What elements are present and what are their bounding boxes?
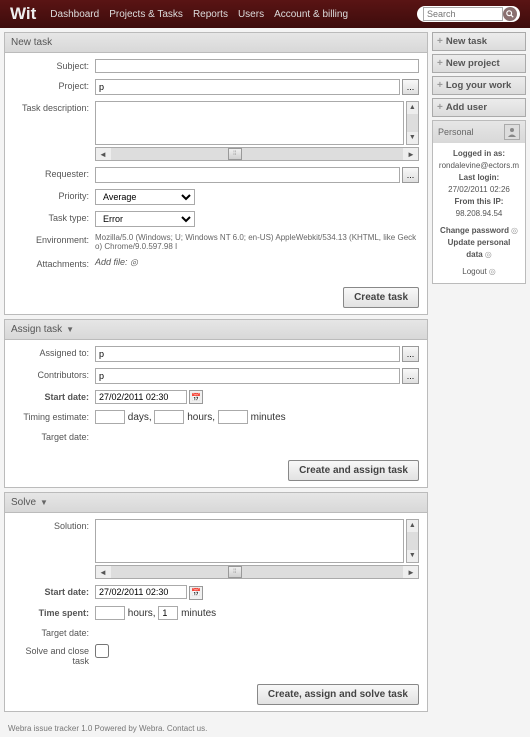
side-add-user[interactable]: +Add user — [432, 98, 526, 117]
spent-hours-input[interactable] — [95, 606, 125, 620]
search-input[interactable] — [423, 7, 503, 21]
side-new-project[interactable]: +New project — [432, 54, 526, 73]
plus-icon: + — [437, 36, 443, 47]
panel-header-solve[interactable]: Solve ▼ — [5, 493, 427, 513]
task-type-select[interactable]: Error — [95, 211, 195, 227]
solution-textarea[interactable] — [95, 519, 404, 563]
assigned-lookup-button[interactable]: ... — [402, 346, 419, 362]
spent-minutes-input[interactable] — [158, 606, 178, 620]
nav-dashboard[interactable]: Dashboard — [50, 9, 99, 20]
plus-icon: + — [437, 58, 443, 69]
assigned-to-input[interactable] — [95, 346, 400, 362]
side-new-task[interactable]: +New task — [432, 32, 526, 51]
panel-solve: Solve ▼ Solution: ▲▼ ◄⁞⁞► Start date: 📅 T… — [4, 492, 428, 711]
create-assign-button[interactable]: Create and assign task — [288, 460, 419, 481]
chevron-down-icon: ▼ — [40, 498, 48, 507]
topbar: Wit Dashboard Projects & Tasks Reports U… — [0, 0, 530, 28]
label-task-desc: Task description: — [13, 101, 95, 113]
panel-header-new-task: New task — [5, 33, 427, 53]
priority-select[interactable]: Average — [95, 189, 195, 205]
task-description-textarea[interactable] — [95, 101, 404, 145]
label-task-type: Task type: — [13, 211, 95, 223]
search-box — [417, 6, 520, 22]
start-date-2-input[interactable] — [95, 585, 187, 599]
change-password-link[interactable]: Change password — [440, 226, 509, 235]
main-nav: Dashboard Projects & Tasks Reports Users… — [50, 9, 417, 20]
est-days-input[interactable] — [95, 410, 125, 424]
label-project: Project: — [13, 79, 95, 91]
calendar-icon-2[interactable]: 📅 — [189, 586, 203, 600]
update-data-link[interactable]: Update personal data — [448, 238, 511, 259]
requester-lookup-button[interactable]: ... — [402, 167, 419, 183]
label-time-spent: Time spent: — [13, 606, 95, 618]
from-ip-line: From this IP: 98.208.94.54 — [438, 196, 520, 220]
project-input[interactable] — [95, 79, 400, 95]
avatar-icon — [504, 124, 520, 140]
nav-reports[interactable]: Reports — [193, 9, 228, 20]
personal-header: Personal — [433, 121, 525, 143]
calendar-icon-1[interactable]: 📅 — [189, 390, 203, 404]
contributors-input[interactable] — [95, 368, 400, 384]
desc-vscroll[interactable]: ▲▼ — [406, 101, 419, 145]
label-solution: Solution: — [13, 519, 95, 531]
start-date-1-input[interactable] — [95, 390, 187, 404]
label-timing-estimate: Timing estimate: — [13, 410, 95, 422]
sol-vscroll[interactable]: ▲▼ — [406, 519, 419, 563]
side-log-work[interactable]: +Log your work — [432, 76, 526, 95]
contributors-lookup-button[interactable]: ... — [402, 368, 419, 384]
plus-icon: + — [437, 102, 443, 113]
chevron-down-icon: ▼ — [66, 325, 74, 334]
label-target-date-1: Target date: — [13, 430, 95, 442]
label-environment: Environment: — [13, 233, 95, 245]
sidebar: +New task +New project +Log your work +A… — [432, 32, 526, 284]
create-solve-button[interactable]: Create, assign and solve task — [257, 684, 419, 705]
add-file-link[interactable]: Add file: ◎ — [95, 257, 138, 267]
project-lookup-button[interactable]: ... — [402, 79, 419, 95]
label-priority: Priority: — [13, 189, 95, 201]
plus-icon: + — [437, 80, 443, 91]
label-requester: Requester: — [13, 167, 95, 179]
est-minutes-input[interactable] — [218, 410, 248, 424]
requester-input[interactable] — [95, 167, 400, 183]
desc-hscroll[interactable]: ◄⁞⁞► — [95, 147, 419, 161]
est-hours-input[interactable] — [154, 410, 184, 424]
logout-link[interactable]: Logout — [462, 267, 486, 276]
logged-in-line: Logged in as: rondalevine@ectors.m — [438, 148, 520, 172]
nav-users[interactable]: Users — [238, 9, 264, 20]
label-target-date-2: Target date: — [13, 626, 95, 638]
panel-header-assign[interactable]: Assign task ▼ — [5, 320, 427, 340]
last-login-line: Last login: 27/02/2011 02:26 — [438, 172, 520, 196]
brand-logo: Wit — [10, 4, 36, 24]
panel-assign-task: Assign task ▼ Assigned to:... Contributo… — [4, 319, 428, 488]
label-subject: Subject: — [13, 59, 95, 71]
label-attachments: Attachments: — [13, 257, 95, 269]
search-button[interactable] — [503, 7, 517, 21]
label-assigned-to: Assigned to: — [13, 346, 95, 358]
personal-panel: Personal Logged in as: rondalevine@ector… — [432, 120, 526, 284]
nav-projects[interactable]: Projects & Tasks — [109, 9, 183, 20]
nav-account[interactable]: Account & billing — [274, 9, 348, 20]
environment-value: Mozilla/5.0 (Windows; U; Windows NT 6.0;… — [95, 233, 419, 251]
footer-text: Webra issue tracker 1.0 Powered by Webra… — [0, 720, 530, 737]
label-contributors: Contributors: — [13, 368, 95, 380]
panel-new-task: New task Subject: Project:... Task descr… — [4, 32, 428, 315]
label-solve-close: Solve and close task — [13, 644, 95, 666]
label-start-date-1: Start date: — [13, 390, 95, 402]
subject-input[interactable] — [95, 59, 419, 73]
sol-hscroll[interactable]: ◄⁞⁞► — [95, 565, 419, 579]
solve-close-checkbox[interactable] — [95, 644, 109, 658]
create-task-button[interactable]: Create task — [343, 287, 419, 308]
label-start-date-2: Start date: — [13, 585, 95, 597]
